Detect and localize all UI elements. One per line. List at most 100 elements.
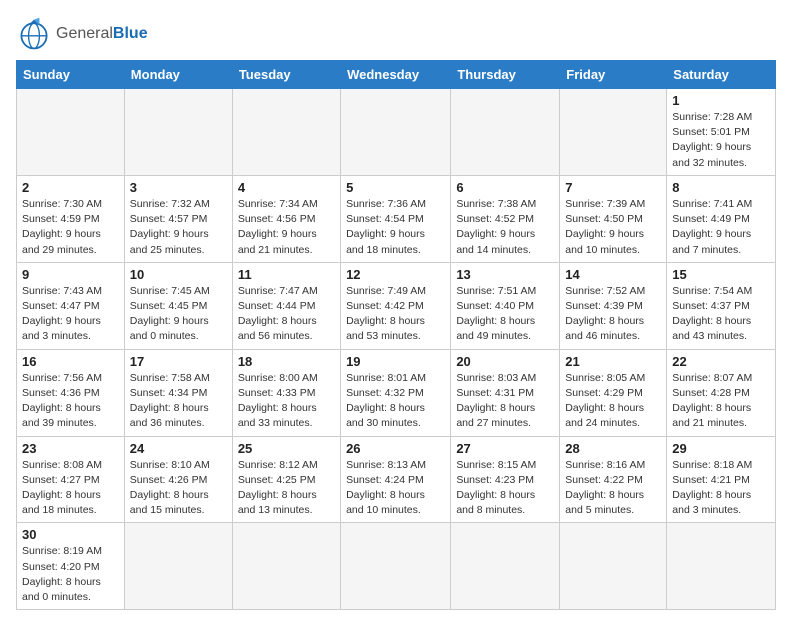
day-info: Sunrise: 8:10 AM Sunset: 4:26 PM Dayligh…: [130, 458, 227, 519]
day-number: 22: [672, 354, 770, 369]
day-number: 9: [22, 267, 119, 282]
calendar-cell: [341, 89, 451, 176]
calendar-week-row: 23 Sunrise: 8:08 AM Sunset: 4:27 PM Dayli…: [17, 436, 776, 523]
day-number: 29: [672, 441, 770, 456]
calendar-cell: 14 Sunrise: 7:52 AM Sunset: 4:39 PM Dayli…: [560, 262, 667, 349]
day-info: Sunrise: 7:49 AM Sunset: 4:42 PM Dayligh…: [346, 284, 445, 345]
day-info: Sunrise: 7:51 AM Sunset: 4:40 PM Dayligh…: [456, 284, 554, 345]
calendar-cell: [451, 89, 560, 176]
day-number: 27: [456, 441, 554, 456]
calendar-cell: 25 Sunrise: 8:12 AM Sunset: 4:25 PM Dayli…: [232, 436, 340, 523]
calendar-week-row: 9 Sunrise: 7:43 AM Sunset: 4:47 PM Daylig…: [17, 262, 776, 349]
header-monday: Monday: [124, 61, 232, 89]
day-info: Sunrise: 7:43 AM Sunset: 4:47 PM Dayligh…: [22, 284, 119, 345]
generalblue-logo-icon: [16, 16, 52, 52]
day-info: Sunrise: 7:28 AM Sunset: 5:01 PM Dayligh…: [672, 110, 770, 171]
day-number: 23: [22, 441, 119, 456]
day-number: 26: [346, 441, 445, 456]
calendar-cell: 5Sunrise: 7:36 AM Sunset: 4:54 PM Daylig…: [341, 175, 451, 262]
calendar-cell: [124, 523, 232, 610]
day-info: Sunrise: 8:13 AM Sunset: 4:24 PM Dayligh…: [346, 458, 445, 519]
day-number: 14: [565, 267, 661, 282]
calendar-cell: [667, 523, 776, 610]
day-number: 2: [22, 180, 119, 195]
day-number: 28: [565, 441, 661, 456]
header-thursday: Thursday: [451, 61, 560, 89]
calendar-week-row: 16 Sunrise: 7:56 AM Sunset: 4:36 PM Dayli…: [17, 349, 776, 436]
day-number: 12: [346, 267, 445, 282]
day-number: 15: [672, 267, 770, 282]
calendar-week-row: 1 Sunrise: 7:28 AM Sunset: 5:01 PM Daylig…: [17, 89, 776, 176]
day-info: Sunrise: 8:08 AM Sunset: 4:27 PM Dayligh…: [22, 458, 119, 519]
logo: GeneralBlue: [16, 16, 148, 52]
calendar-cell: 29 Sunrise: 8:18 AM Sunset: 4:21 PM Dayli…: [667, 436, 776, 523]
day-number: 6: [456, 180, 554, 195]
calendar-cell: 4 Sunrise: 7:34 AM Sunset: 4:56 PM Daylig…: [232, 175, 340, 262]
calendar-cell: 16 Sunrise: 7:56 AM Sunset: 4:36 PM Dayli…: [17, 349, 125, 436]
day-number: 7: [565, 180, 661, 195]
calendar-cell: [560, 523, 667, 610]
calendar-cell: 15 Sunrise: 7:54 AM Sunset: 4:37 PM Dayli…: [667, 262, 776, 349]
day-info: Sunrise: 7:47 AM Sunset: 4:44 PM Dayligh…: [238, 284, 335, 345]
day-info: Sunrise: 7:58 AM Sunset: 4:34 PM Dayligh…: [130, 371, 227, 432]
day-info: Sunrise: 8:03 AM Sunset: 4:31 PM Dayligh…: [456, 371, 554, 432]
day-number: 16: [22, 354, 119, 369]
header-saturday: Saturday: [667, 61, 776, 89]
day-info: Sunrise: 8:00 AM Sunset: 4:33 PM Dayligh…: [238, 371, 335, 432]
day-info: Sunrise: 7:45 AM Sunset: 4:45 PM Dayligh…: [130, 284, 227, 345]
calendar-cell: [451, 523, 560, 610]
day-info: Sunrise: 7:38 AM Sunset: 4:52 PM Dayligh…: [456, 197, 554, 258]
header-tuesday: Tuesday: [232, 61, 340, 89]
calendar-cell: 20Sunrise: 8:03 AM Sunset: 4:31 PM Dayli…: [451, 349, 560, 436]
calendar-cell: 12 Sunrise: 7:49 AM Sunset: 4:42 PM Dayli…: [341, 262, 451, 349]
calendar-cell: [124, 89, 232, 176]
calendar-week-row: 2Sunrise: 7:30 AM Sunset: 4:59 PM Daylig…: [17, 175, 776, 262]
header: GeneralBlue: [16, 16, 776, 52]
calendar-cell: 21Sunrise: 8:05 AM Sunset: 4:29 PM Dayli…: [560, 349, 667, 436]
day-number: 21: [565, 354, 661, 369]
calendar-cell: 13Sunrise: 7:51 AM Sunset: 4:40 PM Dayli…: [451, 262, 560, 349]
logo-text: GeneralBlue: [56, 25, 148, 43]
calendar-cell: 11 Sunrise: 7:47 AM Sunset: 4:44 PM Dayli…: [232, 262, 340, 349]
day-info: Sunrise: 8:01 AM Sunset: 4:32 PM Dayligh…: [346, 371, 445, 432]
header-friday: Friday: [560, 61, 667, 89]
day-info: Sunrise: 7:56 AM Sunset: 4:36 PM Dayligh…: [22, 371, 119, 432]
day-info: Sunrise: 7:36 AM Sunset: 4:54 PM Dayligh…: [346, 197, 445, 258]
day-info: Sunrise: 8:07 AM Sunset: 4:28 PM Dayligh…: [672, 371, 770, 432]
calendar: SundayMondayTuesdayWednesdayThursdayFrid…: [16, 60, 776, 610]
day-info: Sunrise: 8:15 AM Sunset: 4:23 PM Dayligh…: [456, 458, 554, 519]
header-sunday: Sunday: [17, 61, 125, 89]
day-info: Sunrise: 7:34 AM Sunset: 4:56 PM Dayligh…: [238, 197, 335, 258]
calendar-cell: 10 Sunrise: 7:45 AM Sunset: 4:45 PM Dayli…: [124, 262, 232, 349]
day-info: Sunrise: 8:12 AM Sunset: 4:25 PM Dayligh…: [238, 458, 335, 519]
day-info: Sunrise: 7:52 AM Sunset: 4:39 PM Dayligh…: [565, 284, 661, 345]
calendar-cell: [232, 523, 340, 610]
day-number: 1: [672, 93, 770, 108]
calendar-cell: 22 Sunrise: 8:07 AM Sunset: 4:28 PM Dayli…: [667, 349, 776, 436]
calendar-cell: 9 Sunrise: 7:43 AM Sunset: 4:47 PM Daylig…: [17, 262, 125, 349]
day-number: 3: [130, 180, 227, 195]
header-wednesday: Wednesday: [341, 61, 451, 89]
calendar-cell: 7 Sunrise: 7:39 AM Sunset: 4:50 PM Daylig…: [560, 175, 667, 262]
calendar-cell: 6 Sunrise: 7:38 AM Sunset: 4:52 PM Daylig…: [451, 175, 560, 262]
day-info: Sunrise: 8:19 AM Sunset: 4:20 PM Dayligh…: [22, 544, 119, 605]
calendar-cell: 26 Sunrise: 8:13 AM Sunset: 4:24 PM Dayli…: [341, 436, 451, 523]
calendar-cell: [560, 89, 667, 176]
calendar-cell: 30Sunrise: 8:19 AM Sunset: 4:20 PM Dayli…: [17, 523, 125, 610]
calendar-week-row: 30Sunrise: 8:19 AM Sunset: 4:20 PM Dayli…: [17, 523, 776, 610]
day-info: Sunrise: 7:54 AM Sunset: 4:37 PM Dayligh…: [672, 284, 770, 345]
day-number: 4: [238, 180, 335, 195]
day-info: Sunrise: 7:39 AM Sunset: 4:50 PM Dayligh…: [565, 197, 661, 258]
day-number: 19: [346, 354, 445, 369]
calendar-cell: 8Sunrise: 7:41 AM Sunset: 4:49 PM Daylig…: [667, 175, 776, 262]
calendar-cell: 23 Sunrise: 8:08 AM Sunset: 4:27 PM Dayli…: [17, 436, 125, 523]
calendar-cell: 27 Sunrise: 8:15 AM Sunset: 4:23 PM Dayli…: [451, 436, 560, 523]
calendar-cell: 3Sunrise: 7:32 AM Sunset: 4:57 PM Daylig…: [124, 175, 232, 262]
day-number: 11: [238, 267, 335, 282]
calendar-cell: [232, 89, 340, 176]
day-info: Sunrise: 8:18 AM Sunset: 4:21 PM Dayligh…: [672, 458, 770, 519]
day-number: 25: [238, 441, 335, 456]
calendar-cell: 1 Sunrise: 7:28 AM Sunset: 5:01 PM Daylig…: [667, 89, 776, 176]
calendar-cell: 28Sunrise: 8:16 AM Sunset: 4:22 PM Dayli…: [560, 436, 667, 523]
day-number: 10: [130, 267, 227, 282]
